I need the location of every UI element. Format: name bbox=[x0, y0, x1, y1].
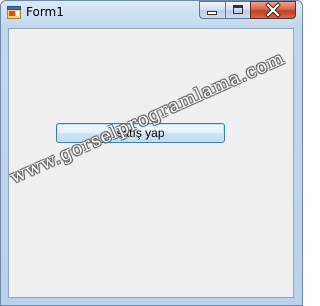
minimize-button[interactable] bbox=[199, 1, 225, 19]
form-client-area: satış yap www.gorselprogramlama.com bbox=[7, 28, 294, 298]
window-title: Form1 bbox=[26, 5, 64, 19]
maximize-icon bbox=[233, 5, 243, 14]
maximize-button[interactable] bbox=[225, 1, 250, 19]
watermark-text: www.gorselprogramlama.com bbox=[7, 47, 289, 189]
form-app-icon bbox=[7, 6, 21, 19]
minimize-icon bbox=[207, 11, 217, 15]
close-button[interactable] bbox=[250, 1, 296, 19]
close-icon bbox=[265, 2, 281, 18]
title-bar[interactable]: Form1 bbox=[1, 1, 302, 24]
sell-button[interactable]: satış yap bbox=[56, 123, 225, 143]
form-window: Form1 satış yap www.gorselprogramlama.co… bbox=[0, 0, 303, 306]
